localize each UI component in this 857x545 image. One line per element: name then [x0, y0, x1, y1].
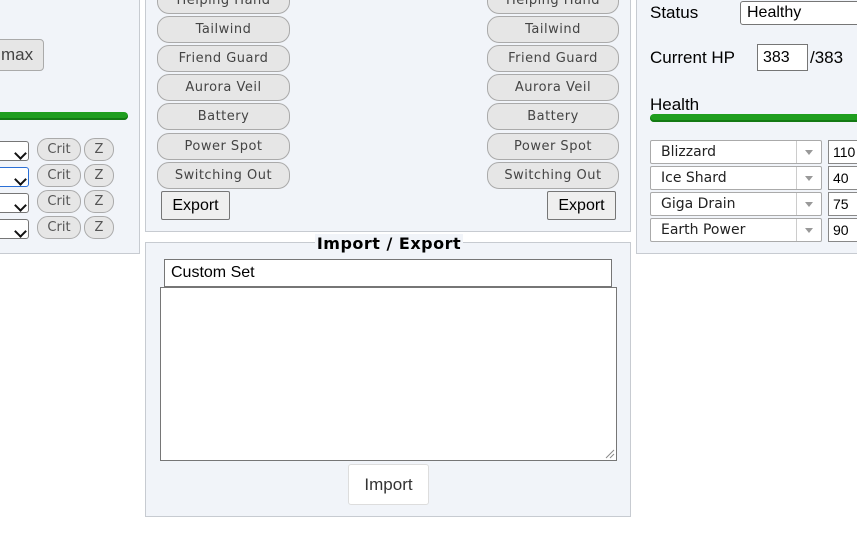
left-pokemon-panel: max Crit Z Crit Z Crit Z Crit Z [0, 0, 140, 254]
health-bar [650, 114, 857, 122]
import-export-title: Import / Export [146, 234, 632, 253]
move-1-select[interactable]: Blizzard [650, 140, 822, 164]
move-2-name: Ice Shard [661, 170, 727, 186]
move-1-crit-button[interactable]: Crit [37, 138, 81, 161]
move-4-z-button[interactable]: Z [84, 216, 114, 239]
move-3-select[interactable] [0, 193, 29, 213]
chevron-down-icon [14, 225, 27, 238]
field-panel: Helping Hand Tailwind Friend Guard Auror… [145, 0, 631, 232]
right-power-spot-button[interactable]: Power Spot [487, 133, 619, 160]
move-3-bp-input[interactable]: 75 [828, 192, 857, 216]
move-4-select[interactable]: Earth Power [650, 218, 822, 242]
move-3-name: Giga Drain [661, 196, 736, 212]
right-aurora-veil-button[interactable]: Aurora Veil [487, 74, 619, 101]
move-1-bp-input[interactable]: 110 [828, 140, 857, 164]
move-1-name: Blizzard [661, 144, 717, 160]
current-hp-label: Current HP [650, 48, 736, 67]
move-2-select[interactable]: Ice Shard [650, 166, 822, 190]
move-4-bp-input[interactable]: 90 [828, 218, 857, 242]
export-right-button[interactable]: Export [547, 191, 616, 220]
move-1-z-button[interactable]: Z [84, 138, 114, 161]
dropdown-arrow-box [796, 167, 821, 189]
chevron-down-icon [14, 199, 27, 212]
left-aurora-veil-button[interactable]: Aurora Veil [157, 74, 290, 101]
import-button[interactable]: Import [348, 464, 429, 505]
move-2-bp-input[interactable]: 40 [828, 166, 857, 190]
chevron-down-icon [14, 173, 27, 186]
left-health-bar [0, 112, 128, 120]
right-tailwind-button[interactable]: Tailwind [487, 16, 619, 43]
right-pokemon-panel: Status Healthy Current HP 383 /383 Healt… [636, 0, 857, 254]
chevron-down-icon [14, 147, 27, 160]
left-power-spot-button[interactable]: Power Spot [157, 133, 290, 160]
left-friend-guard-button[interactable]: Friend Guard [157, 45, 290, 72]
move-4-crit-button[interactable]: Crit [37, 216, 81, 239]
set-name-input[interactable]: Custom Set [164, 259, 612, 287]
import-export-panel: Import / Export Custom Set Import [145, 234, 631, 517]
move-3-select[interactable]: Giga Drain [650, 192, 822, 216]
move-2-z-button[interactable]: Z [84, 164, 114, 187]
move-2-crit-button[interactable]: Crit [37, 164, 81, 187]
dynamax-button[interactable]: max [0, 39, 44, 71]
right-helping-hand-button[interactable]: Helping Hand [487, 0, 619, 14]
dropdown-arrow-box [796, 193, 821, 215]
left-battery-button[interactable]: Battery [157, 103, 290, 130]
chevron-down-icon [805, 150, 813, 155]
move-3-crit-button[interactable]: Crit [37, 190, 81, 213]
resize-handle-icon[interactable] [605, 449, 615, 459]
move-2-select[interactable] [0, 167, 29, 187]
dropdown-arrow-box [796, 141, 821, 163]
current-hp-input[interactable]: 383 [757, 44, 808, 71]
import-textarea[interactable] [160, 287, 617, 461]
right-friend-guard-button[interactable]: Friend Guard [487, 45, 619, 72]
dropdown-arrow-box [796, 219, 821, 241]
import-export-title-text: Import / Export [314, 234, 464, 253]
health-label: Health [650, 95, 700, 114]
export-left-button[interactable]: Export [161, 191, 230, 220]
max-hp-text: /383 [810, 48, 844, 67]
left-tailwind-button[interactable]: Tailwind [157, 16, 290, 43]
left-helping-hand-button[interactable]: Helping Hand [157, 0, 290, 14]
chevron-down-icon [805, 176, 813, 181]
right-switching-out-button[interactable]: Switching Out [487, 162, 619, 189]
status-label: Status [650, 3, 699, 22]
status-select[interactable]: Healthy [740, 1, 857, 25]
move-4-select[interactable] [0, 219, 29, 239]
move-3-z-button[interactable]: Z [84, 190, 114, 213]
move-4-name: Earth Power [661, 222, 746, 238]
chevron-down-icon [805, 228, 813, 233]
chevron-down-icon [805, 202, 813, 207]
right-battery-button[interactable]: Battery [487, 103, 619, 130]
move-1-select[interactable] [0, 141, 29, 161]
left-switching-out-button[interactable]: Switching Out [157, 162, 290, 189]
